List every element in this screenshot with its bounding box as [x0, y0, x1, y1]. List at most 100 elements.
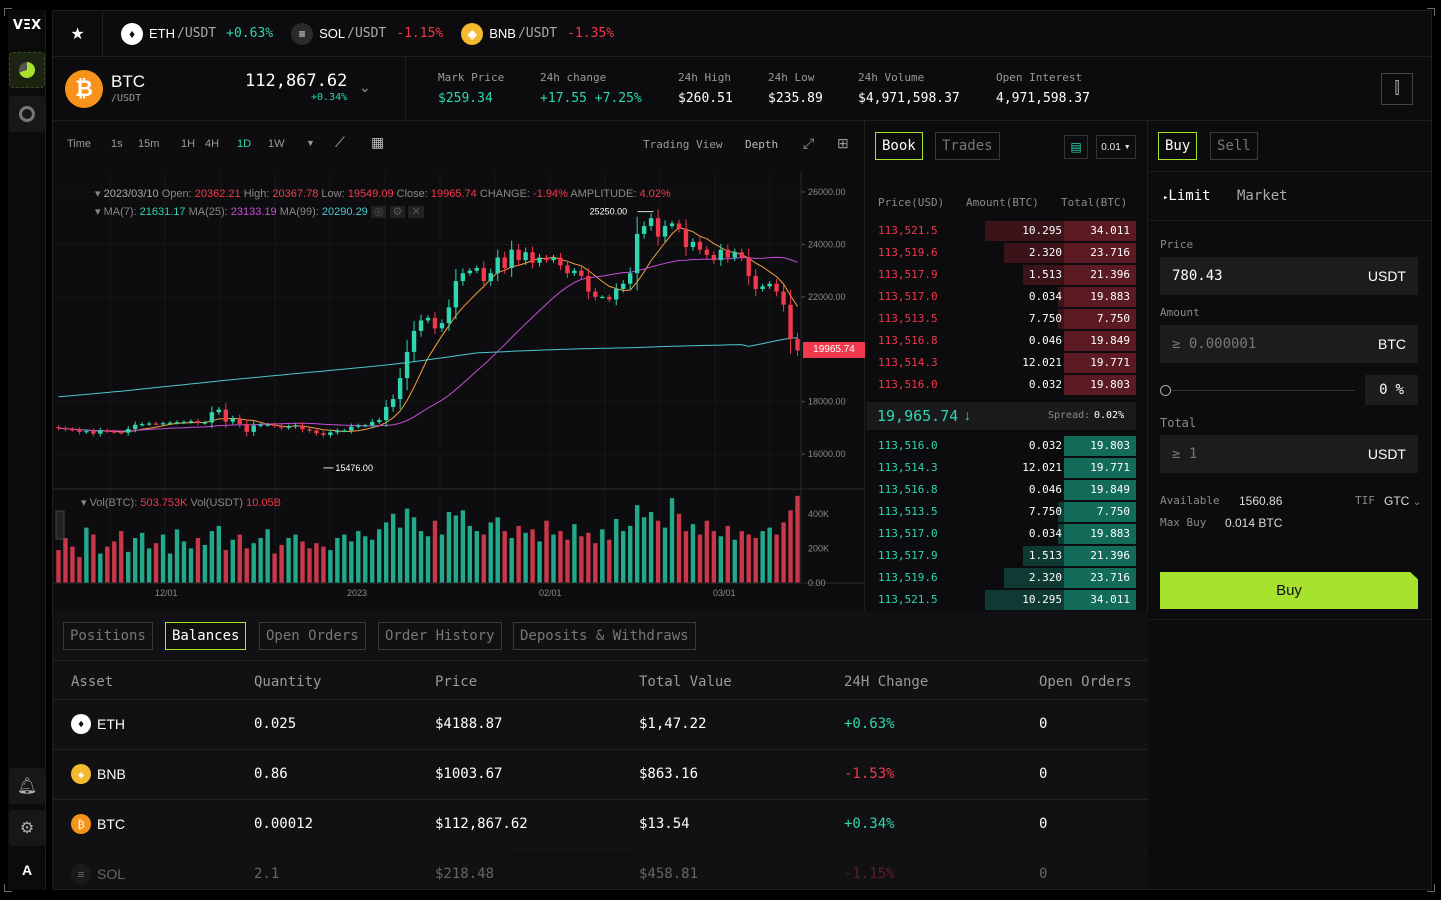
- volume-bar: [482, 535, 486, 583]
- table-row[interactable]: ≡SOL2.1$218.48$458.81-1.15%0: [53, 849, 1148, 890]
- interval-4h[interactable]: 4H: [205, 138, 219, 150]
- column-header: Quantity: [254, 674, 321, 690]
- volume-y-tick-label: 0.00: [808, 578, 826, 588]
- ask-row[interactable]: 113,513.57.7507.750: [866, 308, 1148, 330]
- stat-label: Mark Price: [438, 71, 504, 84]
- tab-order-history[interactable]: Order History: [378, 622, 502, 650]
- bell-icon: 🔔︎: [17, 776, 37, 796]
- slider-handle[interactable]: [1160, 385, 1171, 396]
- view-tab-depth[interactable]: Depth: [745, 138, 778, 151]
- ask-row[interactable]: 113,521.510.29534.011: [866, 220, 1148, 242]
- bid-row[interactable]: 113,516.80.04619.849: [866, 479, 1148, 501]
- open-value: 20362.21: [195, 188, 241, 200]
- interval-1w[interactable]: 1W: [268, 138, 285, 150]
- candle-body: [231, 419, 235, 422]
- candle-body: [482, 268, 486, 281]
- volume-bar: [781, 522, 785, 583]
- close-mini-icon[interactable]: ✕: [408, 206, 423, 218]
- notifications-button[interactable]: 🔔︎: [9, 768, 45, 804]
- ma99-value: 20290.29: [322, 206, 368, 218]
- ticker-item-bnb[interactable]: ◈BNB/USDT-1.35%: [461, 23, 614, 45]
- ask-row[interactable]: 113,517.91.51321.396: [866, 264, 1148, 286]
- candle-body: [356, 426, 360, 427]
- amount-input[interactable]: ≥ 0.000001 BTC: [1160, 325, 1418, 363]
- candlestick-chart[interactable]: 26000.0024000.0022000.0018000.0016000.00…: [53, 171, 865, 611]
- tab-open-orders[interactable]: Open Orders: [259, 622, 366, 650]
- table-row[interactable]: ₿BTC0.00012$112,867.62$13.54+0.34%0: [53, 799, 1148, 849]
- interval-dropdown-icon[interactable]: ▼: [306, 138, 315, 148]
- bid-row[interactable]: 113,513.57.7507.750: [866, 501, 1148, 523]
- favorites-button[interactable]: ★: [53, 11, 103, 57]
- ma7-label: MA(7):: [104, 206, 137, 218]
- ask-row[interactable]: 113,517.00.03419.883: [866, 286, 1148, 308]
- layout-grid-icon[interactable]: ⊞: [837, 135, 849, 152]
- interval-1h[interactable]: 1H: [181, 138, 195, 150]
- market-selector-chevron-icon[interactable]: ⌄: [359, 79, 371, 96]
- volume-bar: [238, 535, 242, 583]
- bid-row[interactable]: 113,517.91.51321.396: [866, 545, 1148, 567]
- table-row[interactable]: ◈BNB0.86$1003.67$863.16-1.53%0: [53, 749, 1148, 799]
- tif-select[interactable]: GTC ⌄: [1384, 494, 1421, 508]
- app-logo[interactable]: VΞX: [10, 18, 44, 33]
- tab-book[interactable]: Book: [875, 132, 923, 160]
- settings-mini-icon[interactable]: ⚙: [390, 206, 406, 218]
- chevron-down-icon: ▼: [1124, 144, 1131, 151]
- fullscreen-icon[interactable]: ⤢: [803, 135, 814, 152]
- ticker-item-sol[interactable]: ≡SOL/USDT-1.15%: [291, 23, 443, 45]
- book-layout-icon[interactable]: ▤: [1064, 135, 1088, 159]
- view-tab-trading-view[interactable]: Trading View: [643, 138, 722, 151]
- sell-side-tab[interactable]: Sell: [1210, 132, 1258, 160]
- trade-nav-button[interactable]: [9, 52, 45, 88]
- asset-price: $112,867.62: [435, 816, 528, 832]
- tab-balances[interactable]: Balances: [165, 622, 246, 650]
- bid-row[interactable]: 113,516.00.03219.803: [866, 435, 1148, 457]
- asset-total-value: $1,47.22: [639, 716, 706, 732]
- bid-row[interactable]: 113,521.510.29534.011: [866, 589, 1148, 611]
- visibility-icon[interactable]: ◎: [371, 206, 387, 218]
- volume-bar: [705, 521, 709, 583]
- ask-row[interactable]: 113,516.00.03219.803: [866, 374, 1148, 396]
- tab-deposits-withdraws[interactable]: Deposits & Withdraws: [513, 622, 696, 650]
- user-avatar-button[interactable]: A: [9, 852, 45, 888]
- candle-body: [502, 258, 506, 268]
- ask-row[interactable]: 113,519.62.32023.716: [866, 242, 1148, 264]
- percent-input[interactable]: 0 %: [1365, 375, 1418, 405]
- submit-buy-button[interactable]: Buy: [1160, 572, 1418, 609]
- bid-row[interactable]: 113,514.312.02119.771: [866, 457, 1148, 479]
- total-field-label: Total: [1160, 416, 1196, 430]
- chart-settings-button[interactable]: ⫿: [1381, 73, 1413, 105]
- candle-body: [496, 258, 500, 274]
- table-row[interactable]: ♦ETH0.025$4188.87$1,47.22+0.63%0: [53, 699, 1148, 749]
- tab-positions[interactable]: Positions: [63, 622, 153, 650]
- volume-bar: [726, 526, 730, 583]
- portfolio-nav-button[interactable]: [9, 96, 45, 132]
- ask-row[interactable]: 113,516.80.04619.849: [866, 330, 1148, 352]
- total-input[interactable]: ≥ 1 USDT: [1160, 435, 1418, 473]
- precision-select[interactable]: 0.01▼: [1096, 135, 1136, 159]
- order-total: 23.716: [1090, 571, 1130, 584]
- volume-bar: [63, 538, 67, 583]
- price-input[interactable]: 780.43 USDT: [1160, 257, 1418, 295]
- drawing-tools-icon[interactable]: ▦: [371, 134, 384, 151]
- candle-body: [426, 318, 430, 321]
- order-type-limit[interactable]: ▸Limit: [1163, 188, 1211, 204]
- order-type-market[interactable]: Market: [1237, 188, 1288, 204]
- ticker-item-eth[interactable]: ♦ETH/USDT+0.63%: [121, 23, 273, 45]
- candle-body: [642, 226, 646, 234]
- candle-body: [705, 250, 709, 255]
- ask-row[interactable]: 113,514.312.02119.771: [866, 352, 1148, 374]
- bid-row[interactable]: 113,517.00.03419.883: [866, 523, 1148, 545]
- buy-side-tab[interactable]: Buy: [1158, 132, 1197, 160]
- indicators-icon[interactable]: ⟋: [335, 134, 345, 151]
- settings-button[interactable]: ⚙: [9, 810, 45, 846]
- interval-15m[interactable]: 15m: [138, 138, 159, 150]
- volume-bar: [628, 526, 632, 583]
- interval-1s[interactable]: 1s: [111, 138, 123, 150]
- volume-bar: [293, 535, 297, 583]
- candle-body: [70, 429, 74, 430]
- interval-1d[interactable]: 1D: [237, 138, 251, 150]
- percent-value: 0: [1379, 382, 1387, 398]
- bid-row[interactable]: 113,519.62.32023.716: [866, 567, 1148, 589]
- candle-body: [635, 234, 639, 273]
- tab-trades[interactable]: Trades: [935, 132, 1000, 160]
